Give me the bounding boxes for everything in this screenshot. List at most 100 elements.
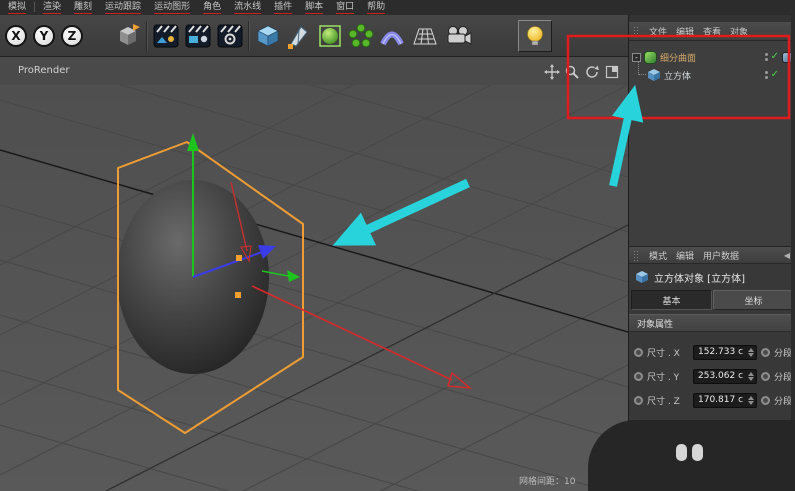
scene-render	[0, 85, 628, 491]
visibility-dots[interactable]	[765, 53, 768, 61]
subdivision-surface-icon[interactable]	[317, 23, 343, 49]
object-title: 立方体对象 [立方体]	[654, 273, 745, 285]
render-view-icon[interactable]	[153, 24, 179, 48]
enabled-check-icon[interactable]: ✓	[771, 70, 779, 80]
main-menubar: 模拟 渲染 雕刻 运动跟踪 运动图形 角色 流水线 插件 脚本 窗口 帮助	[0, 0, 795, 15]
grid-spacing-status: 网格间距：10	[519, 477, 576, 487]
spinner-icon[interactable]	[748, 371, 754, 381]
segments-label: 分段	[774, 396, 793, 407]
field-value: 152.733 c	[698, 347, 744, 357]
am-menu-item[interactable]: 编辑	[676, 249, 694, 262]
attr-label: 尺寸 . Y	[647, 372, 680, 383]
spinner-icon[interactable]	[748, 395, 754, 405]
menu-item[interactable]: 角色	[203, 2, 222, 14]
tab-coordinates[interactable]: 坐标	[713, 290, 794, 310]
prorender-menu[interactable]: ProRender	[18, 65, 69, 76]
panel-collapse-icon[interactable]: ◀	[784, 251, 790, 260]
size-x-row: 尺寸 . X 152.733 c 分段	[629, 342, 795, 362]
spinner-icon[interactable]	[748, 347, 754, 357]
menu-item[interactable]: 脚本	[305, 2, 324, 14]
keyframe-dot-icon[interactable]	[634, 371, 643, 381]
array-icon[interactable]	[348, 23, 374, 49]
add-cube-icon[interactable]	[255, 23, 281, 49]
attr-label: 尺寸 . X	[647, 348, 680, 359]
render-picture-viewer-icon[interactable]	[185, 24, 211, 48]
attr-label: 尺寸 . Z	[647, 396, 680, 407]
axis-x-button[interactable]: X	[5, 24, 27, 47]
tree-row-subdivision-surface[interactable]: - 细分曲面 ✓	[629, 48, 795, 66]
attribute-manager-menubar: 模式 编辑 用户数据 ◀	[629, 246, 795, 264]
maximize-view-icon[interactable]	[603, 63, 620, 80]
object-label[interactable]: 立方体	[664, 69, 691, 82]
scale-handle	[236, 255, 242, 261]
screen-overlay	[588, 420, 795, 491]
mouse-buttons-icon	[676, 444, 703, 461]
size-y-row: 尺寸 . Y 253.062 c 分段	[629, 366, 795, 386]
coordinate-system-icon[interactable]	[115, 23, 141, 49]
am-menu-item[interactable]: 模式	[649, 249, 667, 262]
toolbar-separator	[146, 20, 148, 51]
menu-item[interactable]: 雕刻	[74, 2, 93, 14]
light-tool-button[interactable]	[518, 19, 552, 52]
segments-label: 分段	[774, 348, 793, 359]
floor-grid-icon[interactable]	[411, 24, 439, 48]
panel-grip-icon[interactable]	[633, 249, 640, 261]
world-axis-line	[104, 224, 628, 491]
menu-item[interactable]: 运动跟踪	[105, 2, 142, 14]
om-menu-item[interactable]: 文件	[649, 25, 667, 38]
main-toolbar: X Y Z	[0, 15, 628, 57]
rotate-icon[interactable]	[583, 63, 600, 80]
menu-item[interactable]: 流水线	[234, 2, 262, 14]
menu-item[interactable]: 运动图形	[154, 2, 191, 14]
object-manager-menubar: 文件 编辑 查看 对象	[629, 22, 795, 41]
pan-icon[interactable]	[543, 63, 560, 80]
y-axis-arrow	[187, 133, 199, 151]
menu-item[interactable]: 插件	[274, 2, 293, 14]
panel-grip-icon[interactable]	[633, 25, 640, 37]
menu-item[interactable]: 窗口	[336, 2, 355, 14]
cube-object-icon	[636, 271, 648, 283]
ground-grid	[0, 85, 628, 491]
om-menu-item[interactable]: 编辑	[676, 25, 694, 38]
menu-item[interactable]: 渲染	[43, 2, 62, 14]
scale-handle	[235, 292, 241, 298]
field-value: 170.817 c	[698, 395, 744, 405]
size-x-field[interactable]: 152.733 c	[693, 344, 757, 360]
object-manager-tree: - 细分曲面 ✓ 立方体 ✓	[629, 41, 795, 246]
toolbar-separator	[248, 20, 250, 51]
cube-object-icon	[648, 69, 660, 81]
size-z-row: 尺寸 . Z 170.817 c 分段	[629, 390, 795, 410]
viewport-3d-area[interactable]: 网格间距：10	[0, 85, 628, 491]
light-bulb-icon	[527, 25, 543, 45]
axis-y-button[interactable]: Y	[33, 24, 55, 47]
om-menu-item[interactable]: 查看	[703, 25, 721, 38]
keyframe-dot-icon[interactable]	[634, 395, 643, 405]
menu-item[interactable]: 帮助	[367, 2, 386, 14]
z-axis-arrow	[287, 270, 300, 282]
render-settings-icon[interactable]	[217, 24, 243, 48]
section-title: 对象属性	[637, 319, 674, 330]
keyframe-dot-icon[interactable]	[761, 347, 770, 357]
size-y-field[interactable]: 253.062 c	[693, 368, 757, 384]
world-axis-line	[0, 149, 628, 333]
tree-row-cube[interactable]: 立方体 ✓	[629, 61, 795, 84]
attribute-tabs: 基本 坐标	[631, 290, 794, 310]
deformer-icon[interactable]	[379, 23, 405, 49]
om-menu-item[interactable]: 对象	[730, 25, 748, 38]
object-properties-section[interactable]: 对象属性	[629, 314, 795, 332]
visibility-dots[interactable]	[765, 71, 768, 79]
keyframe-dot-icon[interactable]	[761, 395, 770, 405]
am-menu-item[interactable]: 用户数据	[703, 249, 739, 262]
keyframe-dot-icon[interactable]	[634, 347, 643, 357]
tab-basic[interactable]: 基本	[631, 290, 712, 310]
zoom-icon[interactable]	[563, 63, 580, 80]
field-value: 253.062 c	[698, 371, 744, 381]
keyframe-dot-icon[interactable]	[761, 371, 770, 381]
pen-spline-icon[interactable]	[286, 23, 310, 49]
menu-item[interactable]: 模拟	[8, 2, 27, 14]
object-label[interactable]: 细分曲面	[660, 51, 696, 64]
camera-icon[interactable]	[444, 25, 472, 47]
enabled-check-icon[interactable]: ✓	[771, 52, 779, 62]
size-z-field[interactable]: 170.817 c	[693, 392, 757, 408]
axis-z-button[interactable]: Z	[61, 24, 83, 47]
